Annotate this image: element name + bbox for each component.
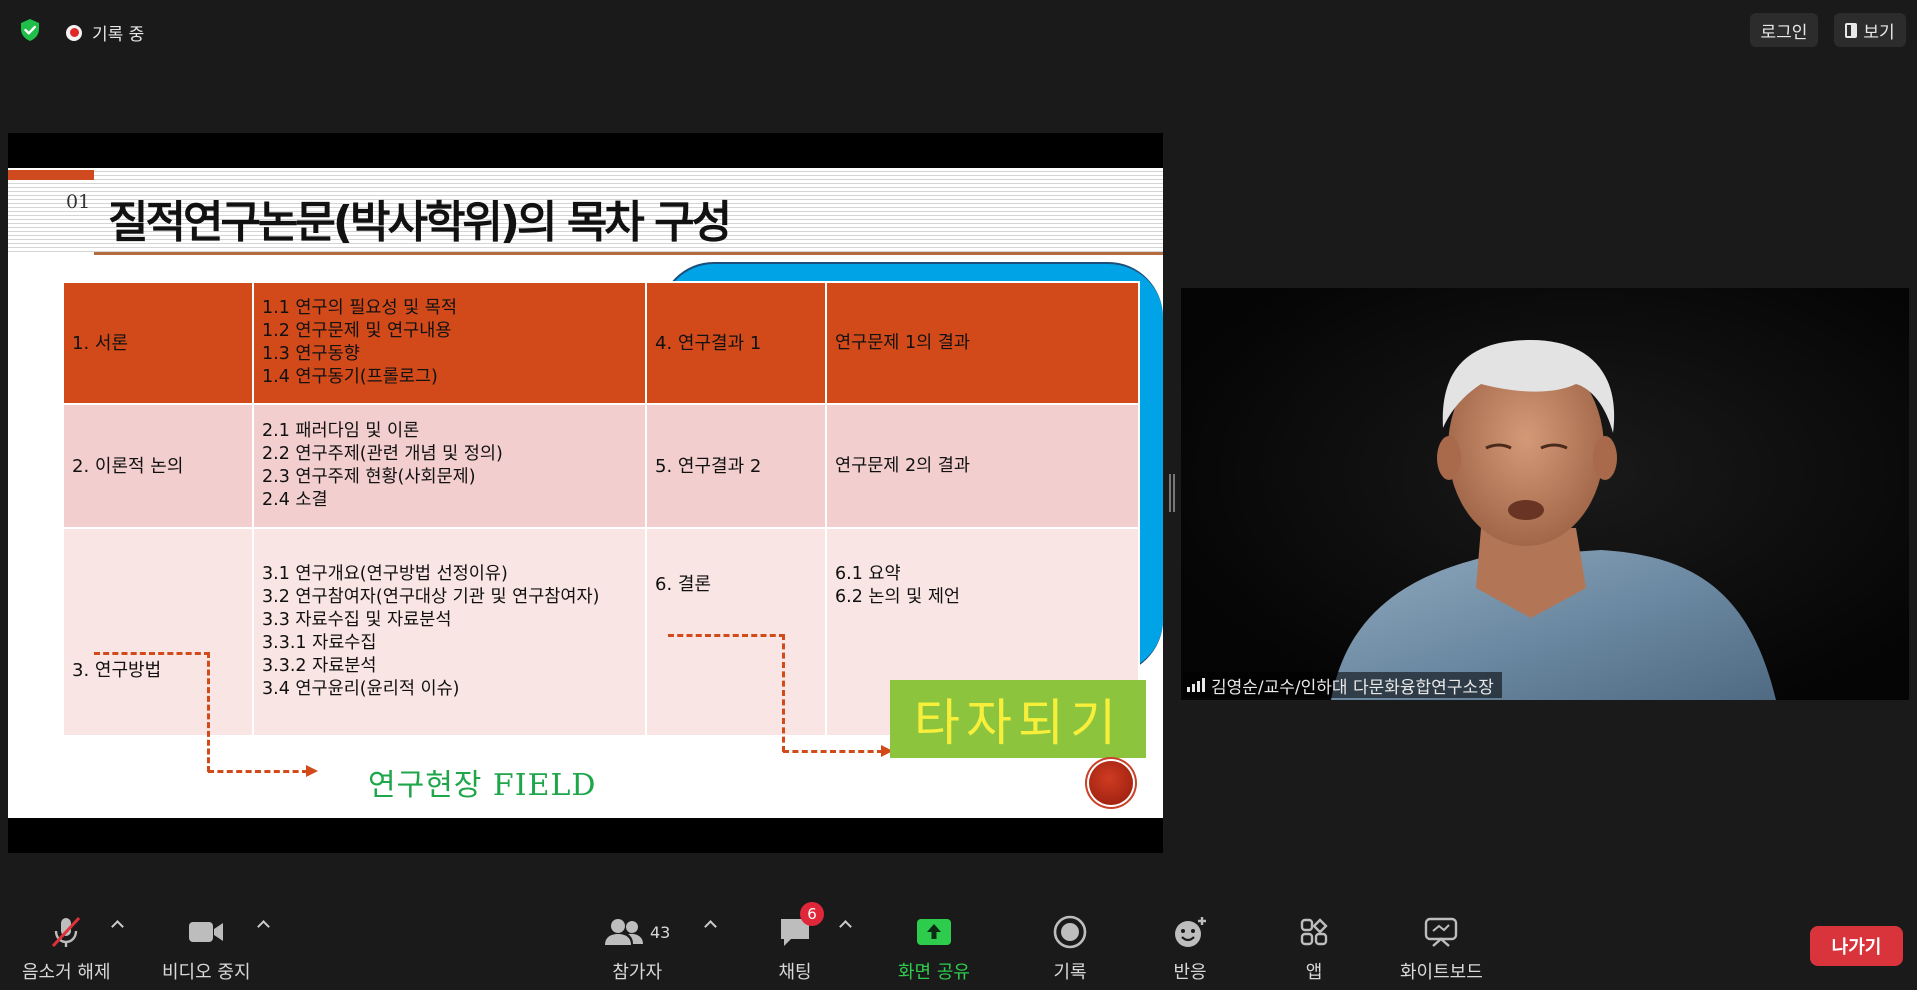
chapter-subitems: 연구문제 1의 결과 <box>825 281 1140 405</box>
whiteboard-button[interactable]: 화이트보드 <box>1400 914 1483 984</box>
participants-button[interactable]: 43 참가자 <box>604 914 670 984</box>
chapter-subitems: 2.1 패러다임 및 이론 2.2 연구주제(관련 개념 및 정의) 2.3 연… <box>252 403 647 529</box>
subitem: 1.4 연구동기(프롤로그) <box>262 367 438 387</box>
whiteboard-icon <box>1423 914 1459 950</box>
subitem: 연구문제 1의 결과 <box>835 332 970 353</box>
subitem: 3.2 연구참여자(연구대상 기관 및 연구참여자) <box>262 587 600 607</box>
recording-dot-icon <box>66 24 82 41</box>
slide-title-underline <box>94 252 1163 255</box>
security-shield-icon[interactable] <box>18 18 42 42</box>
speaker-silhouette <box>1181 288 1909 700</box>
subitem: 6.1 요약 <box>835 564 901 584</box>
shared-slide: 01 질적연구논문(박사학위)의 목차 구성 1. 서론 1.1 연구의 필요성… <box>8 168 1163 818</box>
red-seal-logo <box>1089 761 1133 805</box>
chapter-subitems: 1.1 연구의 필요성 및 목적 1.2 연구문제 및 연구내용 1.3 연구동… <box>252 281 647 405</box>
share-screen-label: 화면 공유 <box>898 962 970 983</box>
other-dashed-connector-bottom <box>783 750 883 753</box>
apps-button[interactable]: 앱 <box>1298 914 1330 984</box>
meeting-toolbar: 음소거 해제 비디오 중지 43 참가자 6 채팅 화면 공유 기록 반응 앱 … <box>0 900 1917 990</box>
stop-video-label: 비디오 중지 <box>162 962 251 983</box>
subitem: 연구문제 2의 결과 <box>835 455 970 476</box>
participants-label: 참가자 <box>612 962 663 983</box>
reactions-button[interactable]: 반응 <box>1172 914 1208 984</box>
record-button[interactable]: 기록 <box>1053 914 1087 984</box>
other-label-box: 타자되기 <box>890 680 1146 758</box>
microphone-muted-icon <box>49 914 83 950</box>
participants-options-chevron-up-icon[interactable] <box>703 918 717 932</box>
reaction-emoji-icon <box>1172 914 1208 950</box>
chapter-heading: 2. 이론적 논의 <box>62 403 254 529</box>
leave-label: 나가기 <box>1831 937 1882 958</box>
subitem: 1.2 연구문제 및 연구내용 <box>262 321 452 341</box>
subitem: 2.2 연구주제(관련 개념 및 정의) <box>262 444 503 464</box>
table-of-contents: 1. 서론 1.1 연구의 필요성 및 목적 1.2 연구문제 및 연구내용 1… <box>62 281 1140 737</box>
table-row: 1. 서론 1.1 연구의 필요성 및 목적 1.2 연구문제 및 연구내용 1… <box>62 281 1140 405</box>
field-dashed-connector <box>94 652 210 772</box>
subitem: 2.1 패러다임 및 이론 <box>262 421 420 441</box>
video-options-chevron-up-icon[interactable] <box>256 918 270 932</box>
chat-bubble-icon: 6 <box>778 902 824 950</box>
reactions-label: 반응 <box>1173 962 1207 983</box>
slide-title: 질적연구논문(박사학위)의 목차 구성 <box>108 197 732 248</box>
view-label: 보기 <box>1863 22 1895 43</box>
chat-label: 채팅 <box>778 962 812 983</box>
unmute-label: 음소거 해제 <box>22 962 111 983</box>
share-screen-icon <box>915 914 953 950</box>
subitem: 1.3 연구동향 <box>262 344 360 364</box>
stop-video-button[interactable]: 비디오 중지 <box>162 914 251 984</box>
chapter-heading: 4. 연구결과 1 <box>645 281 827 405</box>
record-icon <box>1053 914 1087 950</box>
field-dashed-connector-bottom <box>208 770 308 773</box>
view-button[interactable]: 보기 <box>1834 13 1906 47</box>
chat-button[interactable]: 6 채팅 <box>778 902 824 984</box>
login-button[interactable]: 로그인 <box>1750 13 1818 47</box>
recording-label: 기록 중 <box>92 25 145 45</box>
participant-name: 김영순/교수/인하대 다문화융합연구소장 <box>1211 677 1494 698</box>
subitem: 3.1 연구개요(연구방법 선정이유) <box>262 564 508 584</box>
chat-options-chevron-up-icon[interactable] <box>838 918 852 932</box>
field-label: 연구현장 FIELD <box>368 768 597 803</box>
chat-unread-badge: 6 <box>800 902 824 926</box>
signal-strength-icon <box>1187 678 1205 692</box>
meeting-top-bar: 기록 중 로그인 보기 <box>0 0 1917 60</box>
subitem: 6.2 논의 및 제언 <box>835 587 961 607</box>
splitter-handle[interactable] <box>1169 474 1175 512</box>
record-label: 기록 <box>1053 962 1087 983</box>
slide-accent-tab <box>8 170 94 180</box>
share-screen-button[interactable]: 화면 공유 <box>898 914 970 984</box>
apps-label: 앱 <box>1305 962 1323 983</box>
participant-name-tag: 김영순/교수/인하대 다문화융합연구소장 <box>1183 672 1502 698</box>
login-label: 로그인 <box>1760 22 1808 43</box>
participants-count: 43 <box>650 922 671 942</box>
apps-icon <box>1298 914 1330 950</box>
audio-options-chevron-up-icon[interactable] <box>110 918 124 932</box>
subitem: 2.3 연구주제 현황(사회문제) <box>262 467 476 487</box>
whiteboard-label: 화이트보드 <box>1400 962 1483 983</box>
video-camera-icon <box>187 914 225 950</box>
subitem: 3.4 연구윤리(윤리적 이슈) <box>262 679 460 699</box>
subitem: 2.4 소결 <box>262 490 328 510</box>
chapter-heading: 1. 서론 <box>62 281 254 405</box>
view-layout-icon <box>1845 22 1858 38</box>
slide-number: 01 <box>66 191 91 213</box>
chapter-subitems: 연구문제 2의 결과 <box>825 403 1140 529</box>
subitem: 3.3.1 자료수집 <box>262 633 377 653</box>
leave-meeting-button[interactable]: 나가기 <box>1810 926 1903 966</box>
participants-icon: 43 <box>604 914 670 950</box>
recording-indicator[interactable]: 기록 중 <box>66 20 144 45</box>
subitem: 3.3.2 자료분석 <box>262 656 377 676</box>
table-row: 2. 이론적 논의 2.1 패러다임 및 이론 2.2 연구주제(관련 개념 및… <box>62 403 1140 529</box>
subitem: 1.1 연구의 필요성 및 목적 <box>262 298 457 318</box>
field-arrowhead-icon <box>306 765 318 777</box>
chapter-heading: 5. 연구결과 2 <box>645 403 827 529</box>
other-dashed-connector <box>668 634 785 752</box>
unmute-button[interactable]: 음소거 해제 <box>22 914 111 984</box>
chapter-subitems: 3.1 연구개요(연구방법 선정이유) 3.2 연구참여자(연구대상 기관 및 … <box>252 527 647 737</box>
subitem: 3.3 자료수집 및 자료분석 <box>262 610 452 630</box>
participant-video[interactable] <box>1181 288 1909 700</box>
